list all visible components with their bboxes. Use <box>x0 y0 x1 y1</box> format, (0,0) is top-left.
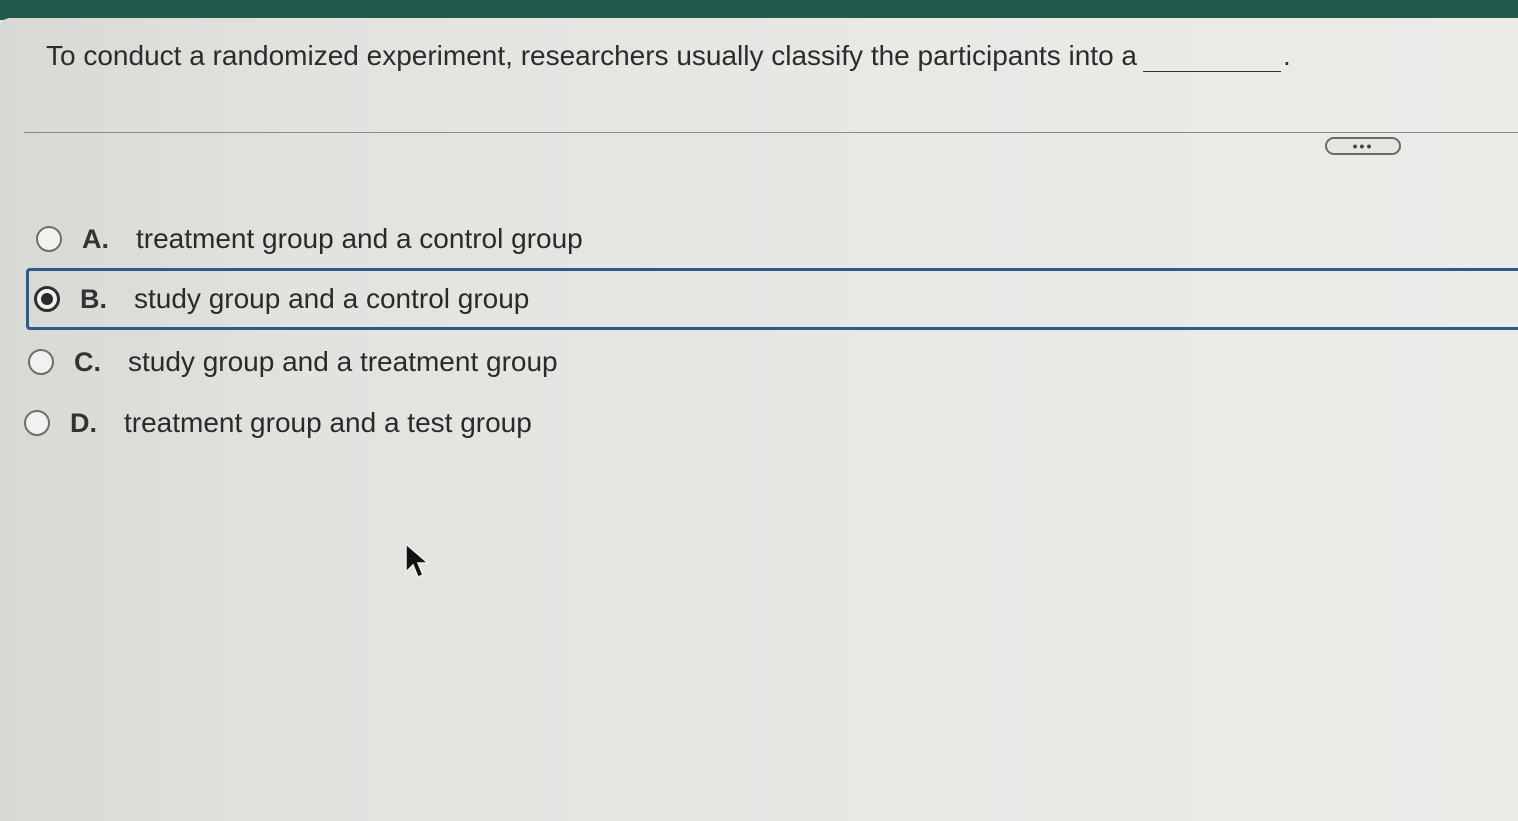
radio-button-icon[interactable] <box>24 410 50 436</box>
option-a[interactable]: A. treatment group and a control group <box>36 214 583 264</box>
ellipsis-icon: ••• <box>1352 138 1374 154</box>
option-letter: D. <box>70 407 97 438</box>
radio-button-icon[interactable] <box>36 226 62 252</box>
option-label: treatment group and a control group <box>136 223 583 254</box>
option-c[interactable]: C. study group and a treatment group <box>28 337 558 387</box>
expand-more-button[interactable]: ••• <box>1325 137 1401 155</box>
option-label: study group and a control group <box>134 283 530 314</box>
question-text: To conduct a randomized experiment, rese… <box>46 40 1291 72</box>
question-end-mark: . <box>1283 40 1291 71</box>
mouse-pointer-icon <box>405 542 431 578</box>
option-label: study group and a treatment group <box>128 346 558 377</box>
radio-button-selected-icon[interactable] <box>34 286 60 312</box>
radio-button-icon[interactable] <box>28 349 54 375</box>
option-letter: C. <box>74 346 101 377</box>
top-header-bar <box>0 0 1518 20</box>
option-b[interactable]: B. study group and a control group <box>26 268 1518 330</box>
answer-blank <box>1143 45 1281 72</box>
option-label: treatment group and a test group <box>124 407 532 438</box>
option-d[interactable]: D. treatment group and a test group <box>24 398 532 448</box>
section-divider <box>24 132 1518 133</box>
question-prompt: To conduct a randomized experiment, rese… <box>46 40 1137 71</box>
option-letter: B. <box>80 283 107 314</box>
option-letter: A. <box>82 223 109 254</box>
